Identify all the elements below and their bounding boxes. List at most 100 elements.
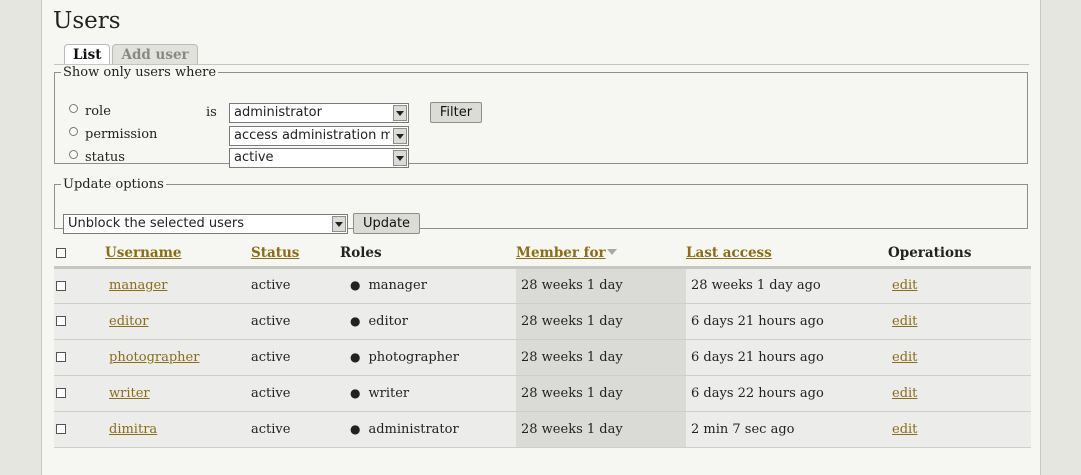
bullet-icon: ● (350, 385, 361, 400)
bullet-icon: ● (350, 349, 361, 364)
filter-option-role[interactable]: role (69, 102, 111, 122)
content-area: Users List Add user Show only users where… (41, 0, 1041, 475)
table-row: photographer active ● photographer 28 wee… (54, 339, 1031, 376)
row-select-cell (54, 267, 105, 304)
operations-cell: edit (888, 339, 1031, 376)
status-cell: active (251, 375, 340, 412)
permission-select-value: access administration menu (234, 128, 390, 143)
edit-link[interactable]: edit (892, 314, 917, 329)
roles-cell: ● manager (340, 267, 516, 304)
header-member-for: Member for (516, 240, 686, 269)
username-link[interactable]: photographer (109, 350, 199, 365)
status-select-value: active (234, 150, 274, 165)
edit-link[interactable]: edit (892, 386, 917, 401)
username-cell: photographer (105, 339, 251, 376)
username-cell: writer (105, 375, 251, 412)
filter-legend: Show only users where (63, 65, 217, 80)
last-access-sort-link[interactable]: Last access (686, 245, 772, 261)
tab-list[interactable]: List (64, 44, 111, 65)
roles-cell: ● administrator (340, 411, 516, 448)
operations-cell: edit (888, 267, 1031, 304)
edit-link[interactable]: edit (892, 278, 917, 293)
permission-label: permission (85, 127, 158, 142)
last-access-cell: 28 weeks 1 day ago (686, 267, 888, 304)
role-name: administrator (368, 421, 459, 437)
select-all-checkbox[interactable] (56, 248, 66, 259)
role-name: manager (368, 278, 427, 293)
roles-cell: ● editor (340, 303, 516, 340)
status-cell: active (251, 303, 340, 340)
last-access-cell: 6 days 21 hours ago (686, 339, 888, 376)
status-cell: active (251, 411, 340, 448)
username-link[interactable]: writer (109, 386, 150, 401)
tab-add-user[interactable]: Add user (112, 44, 198, 65)
table-row: writer active ● writer 28 weeks 1 day 6 d… (54, 375, 1031, 412)
role-select-value: administrator (234, 105, 322, 120)
row-checkbox[interactable] (56, 280, 66, 291)
header-operations: Operations (888, 240, 1031, 269)
row-checkbox[interactable] (56, 388, 66, 398)
role-select[interactable]: administrator (229, 103, 409, 123)
filter-option-permission[interactable]: permission (69, 125, 157, 145)
username-cell: editor (105, 303, 251, 340)
row-select-cell (54, 339, 105, 376)
row-select-cell (54, 303, 105, 340)
status-cell: active (251, 267, 340, 304)
bullet-icon: ● (350, 421, 361, 436)
username-link[interactable]: editor (109, 314, 148, 329)
last-access-cell: 2 min 7 sec ago (686, 411, 888, 448)
permission-radio[interactable] (69, 127, 78, 136)
is-label: is (206, 105, 217, 120)
status-select[interactable]: active (229, 148, 409, 168)
operations-cell: edit (888, 375, 1031, 412)
status-label: status (85, 150, 125, 165)
member-for-cell: 28 weeks 1 day (516, 267, 686, 304)
row-select-cell (54, 375, 105, 412)
status-sort-link[interactable]: Status (251, 245, 299, 261)
member-for-cell: 28 weeks 1 day (516, 411, 686, 448)
row-select-cell (54, 411, 105, 448)
member-for-cell: 28 weeks 1 day (516, 303, 686, 340)
status-cell: active (251, 339, 340, 376)
last-access-cell: 6 days 22 hours ago (686, 375, 888, 412)
filter-button[interactable]: Filter (430, 102, 482, 123)
member-for-cell: 28 weeks 1 day (516, 339, 686, 376)
role-label: role (85, 104, 111, 119)
row-checkbox[interactable] (56, 424, 66, 434)
table-row: manager active ● manager 28 weeks 1 day 2… (54, 267, 1031, 304)
status-radio[interactable] (69, 150, 78, 159)
last-access-cell: 6 days 21 hours ago (686, 303, 888, 340)
tab-bar: List Add user (64, 44, 200, 65)
username-sort-link[interactable]: Username (105, 245, 182, 261)
member-for-cell: 28 weeks 1 day (516, 375, 686, 412)
username-link[interactable]: dimitra (109, 422, 157, 437)
roles-cell: ● photographer (340, 339, 516, 376)
bullet-icon: ● (350, 278, 361, 292)
table-header-row: Username Status Roles Member for Last ac… (54, 240, 1031, 269)
roles-cell: ● writer (340, 375, 516, 412)
update-action-value: Unblock the selected users (68, 216, 244, 231)
chevron-down-icon[interactable] (393, 150, 407, 166)
member-for-sort-link[interactable]: Member for (516, 245, 606, 261)
edit-link[interactable]: edit (892, 350, 917, 365)
page-title: Users (53, 8, 121, 34)
bullet-icon: ● (350, 313, 361, 328)
sort-descending-icon[interactable] (606, 248, 617, 255)
edit-link[interactable]: edit (892, 422, 917, 437)
chevron-down-icon[interactable] (393, 105, 407, 121)
chevron-down-icon[interactable] (332, 216, 346, 232)
filter-option-status[interactable]: status (69, 148, 125, 168)
operations-cell: edit (888, 303, 1031, 340)
permission-select[interactable]: access administration menu (229, 126, 409, 146)
update-button[interactable]: Update (353, 213, 420, 234)
row-checkbox[interactable] (56, 352, 66, 362)
role-radio[interactable] (69, 104, 78, 113)
header-status: Status (251, 240, 340, 269)
chevron-down-icon[interactable] (393, 128, 407, 144)
role-name: photographer (368, 349, 459, 365)
username-link[interactable]: manager (109, 278, 167, 293)
header-last-access: Last access (686, 240, 888, 269)
update-action-select[interactable]: Unblock the selected users (63, 214, 348, 234)
operations-cell: edit (888, 411, 1031, 448)
row-checkbox[interactable] (56, 316, 66, 326)
